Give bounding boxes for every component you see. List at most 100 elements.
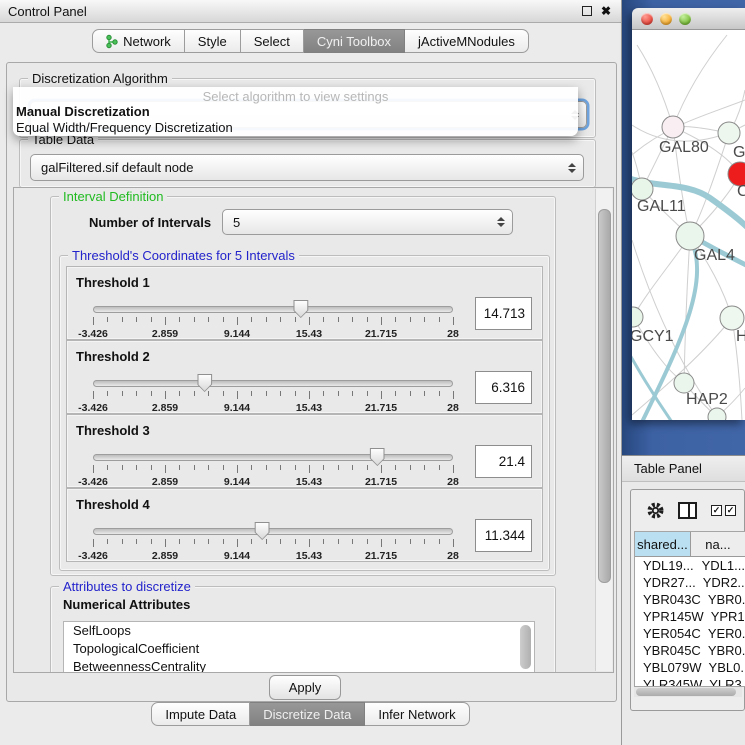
tab-infer-network[interactable]: Infer Network	[365, 702, 469, 726]
apply-button[interactable]: Apply	[269, 675, 341, 700]
network-node-label: HAP2	[686, 391, 728, 408]
tick-mark	[107, 539, 108, 544]
table-data-combobox[interactable]: galFiltered.sif default node	[30, 154, 584, 181]
threshold-slider[interactable]: -3.4262.8599.14415.4321.71528	[93, 447, 453, 485]
tick-mark	[453, 391, 454, 399]
network-node[interactable]	[632, 178, 653, 200]
threshold-value-field[interactable]: 6.316	[475, 371, 532, 404]
threshold-value-field[interactable]: 11.344	[475, 519, 532, 552]
algorithm-option[interactable]: Equal Width/Frequency Discretization	[13, 120, 578, 136]
tab-label: Infer Network	[378, 707, 455, 722]
threshold-slider[interactable]: -3.4262.8599.14415.4321.71528	[93, 521, 453, 559]
table-row[interactable]: YBR043CYBR0...	[635, 591, 745, 608]
tick-label: 9.144	[224, 328, 250, 340]
network-node[interactable]	[676, 222, 704, 250]
network-node[interactable]	[662, 116, 684, 138]
tab-discretize-data[interactable]: Discretize Data	[250, 702, 365, 726]
threshold-slider[interactable]: -3.4262.8599.14415.4321.71528	[93, 373, 453, 411]
tab-label: Discretize Data	[263, 707, 351, 722]
threshold-value-field[interactable]: 21.4	[475, 445, 532, 478]
tab-select[interactable]: Select	[241, 29, 304, 53]
slider-thumb[interactable]	[255, 522, 270, 540]
select-columns-icons[interactable]: ✓ ✓	[711, 505, 736, 516]
table-row[interactable]: YBL079WYBL0...	[635, 659, 745, 676]
close-icon[interactable]: ✖	[601, 5, 611, 17]
tick-mark	[395, 465, 396, 470]
table-row[interactable]: YLR345WYLR3...	[635, 676, 745, 687]
columns-icon[interactable]	[678, 502, 697, 519]
network-node[interactable]	[720, 306, 744, 330]
gear-icon[interactable]	[647, 502, 664, 519]
tab-style[interactable]: Style	[185, 29, 241, 53]
algorithm-hint-text: Select algorithm to view settings	[13, 87, 578, 104]
tick-mark	[338, 465, 339, 470]
table-row[interactable]: YBR045CYBR0...	[635, 642, 745, 659]
threshold-value-field[interactable]: 14.713	[475, 297, 532, 330]
tick-mark	[323, 391, 324, 396]
tick-mark	[208, 539, 209, 544]
column-header-shared[interactable]: shared...	[635, 532, 691, 556]
network-node[interactable]	[632, 307, 643, 327]
threshold-slider[interactable]: -3.4262.8599.14415.4321.71528	[93, 299, 453, 337]
tick-mark	[266, 465, 267, 470]
slider-track[interactable]	[93, 454, 453, 461]
tick-mark	[280, 465, 281, 470]
node-table: shared... na... YDL19...YDL1...YDR27...Y…	[634, 531, 745, 687]
tab-label: Style	[198, 34, 227, 49]
table-row[interactable]: YDR27...YDR2...	[635, 574, 745, 591]
tick-mark	[352, 465, 353, 470]
slider-thumb[interactable]	[197, 374, 212, 392]
attribute-item[interactable]: BetweennessCentrality	[64, 658, 534, 673]
slider-track[interactable]	[93, 528, 453, 535]
tick-mark	[165, 539, 166, 547]
panel-scrollbar[interactable]	[595, 189, 612, 671]
network-canvas[interactable]: GAL80GACGAL11GAL4GCY1HHAP2	[632, 30, 745, 420]
column-header-name[interactable]: na...	[691, 532, 745, 556]
tick-mark	[395, 539, 396, 544]
slider-track[interactable]	[93, 306, 453, 313]
algorithm-option[interactable]: Manual Discretization	[13, 104, 578, 120]
attribute-item[interactable]: TopologicalCoefficient	[64, 640, 534, 658]
tab-impute-data[interactable]: Impute Data	[151, 702, 250, 726]
table-row[interactable]: YPR145WYPR1...	[635, 608, 745, 625]
zoom-traffic-light-icon[interactable]	[679, 13, 691, 25]
cell-name: YER0...	[701, 626, 745, 641]
slider-ticks	[93, 391, 453, 400]
list-scrollbar[interactable]	[520, 625, 531, 669]
tab-cyni-toolbox[interactable]: Cyni Toolbox	[304, 29, 405, 53]
table-row[interactable]: YER054CYER0...	[635, 625, 745, 642]
minimize-traffic-light-icon[interactable]	[660, 13, 672, 25]
combo-arrows-icon	[568, 163, 576, 173]
float-window-icon[interactable]	[582, 6, 592, 16]
close-traffic-light-icon[interactable]	[641, 13, 653, 25]
tick-mark	[295, 465, 296, 470]
tick-mark	[165, 391, 166, 399]
tick-mark	[367, 465, 368, 470]
tab-network[interactable]: Network	[92, 29, 185, 53]
threshold-panel: Threshold 2 -3.4262.8599.14415.4321.7152…	[66, 340, 543, 414]
slider-thumb[interactable]	[293, 300, 308, 318]
network-node[interactable]	[708, 408, 726, 420]
number-of-intervals-combobox[interactable]: 5	[222, 209, 513, 235]
slider-tick-labels: -3.4262.8599.14415.4321.71528	[93, 550, 453, 562]
table-hscrollbar-thumb[interactable]	[636, 688, 736, 696]
attribute-item[interactable]: SelfLoops	[64, 622, 534, 640]
tick-mark	[367, 391, 368, 396]
tick-mark	[208, 391, 209, 396]
network-node[interactable]	[674, 373, 694, 393]
tick-mark	[194, 465, 195, 470]
slider-track[interactable]	[93, 380, 453, 387]
cell-name: YLR3...	[702, 677, 745, 687]
slider-thumb[interactable]	[370, 448, 385, 466]
tab-jactivemnodules[interactable]: jActiveMNodules	[405, 29, 529, 53]
tick-mark	[223, 317, 224, 322]
table-row[interactable]: YDL19...YDL1...	[635, 557, 745, 574]
tick-mark	[266, 539, 267, 544]
tick-label: 15.43	[296, 402, 322, 414]
tick-mark	[352, 391, 353, 396]
panel-scrollbar-thumb[interactable]	[598, 209, 611, 583]
table-hscrollbar[interactable]	[634, 687, 742, 697]
tick-mark	[410, 317, 411, 322]
network-node[interactable]	[718, 122, 740, 144]
numerical-attributes-list[interactable]: SelfLoopsTopologicalCoefficientBetweenne…	[63, 621, 535, 673]
